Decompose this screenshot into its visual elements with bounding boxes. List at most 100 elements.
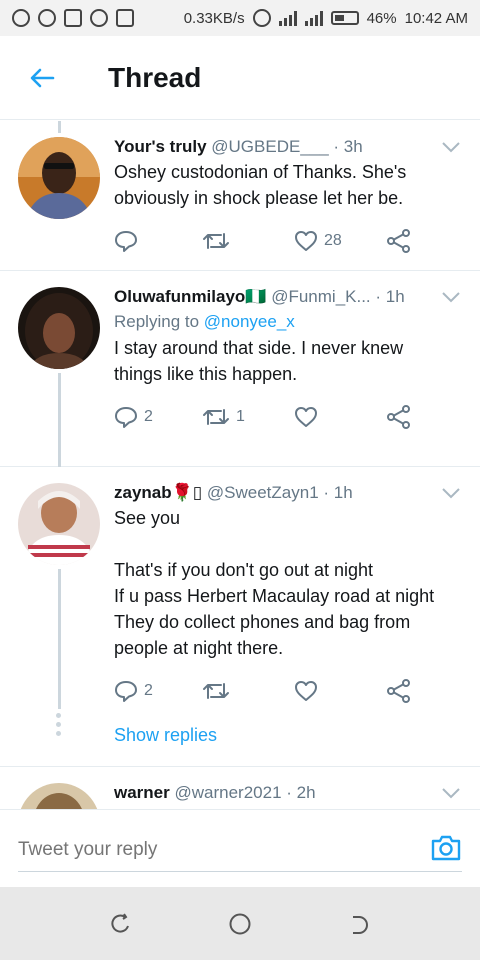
back-arrow-icon	[30, 68, 55, 87]
system-nav-bar	[0, 887, 480, 960]
like-button[interactable]	[294, 680, 386, 702]
tweet-actions: 2 1	[114, 387, 464, 447]
reply-input[interactable]	[18, 828, 462, 872]
chevron-down-icon[interactable]	[442, 291, 460, 303]
notification-icons	[12, 9, 134, 27]
back-nav-icon	[353, 915, 368, 934]
tweet-item[interactable]: zaynab🌹▯ @SweetZayn1 · 1h See you That's…	[0, 467, 480, 767]
user-handle[interactable]: @warner2021	[174, 783, 281, 802]
share-button[interactable]	[386, 229, 412, 253]
share-icon	[387, 679, 410, 703]
tweet-text: I stay around that side. I never knew th…	[114, 338, 404, 384]
network-speed: 0.33KB/s	[183, 9, 245, 27]
tweet-time: · 1h	[323, 483, 353, 502]
reply-icon	[115, 407, 137, 428]
more-replies-dots	[56, 713, 62, 740]
tweet-actions: 28	[114, 211, 464, 271]
like-count: 28	[324, 232, 342, 249]
gallery-icon	[64, 9, 82, 27]
retweet-button[interactable]	[202, 680, 294, 702]
tweet-text: See you That's if you don't go out at ni…	[114, 508, 435, 658]
heart-icon	[295, 407, 317, 427]
reply-count: 2	[144, 408, 153, 425]
back-button[interactable]	[0, 36, 84, 120]
display-name[interactable]: Your's truly	[114, 137, 207, 156]
reply-composer	[0, 809, 480, 887]
whatsapp-icon	[12, 9, 30, 27]
display-name[interactable]: warner	[114, 783, 170, 802]
tweet-text: Oshey custodonian of Thanks. She's obvio…	[114, 162, 407, 208]
replying-label: Replying to	[114, 312, 200, 331]
reply-button[interactable]	[114, 230, 202, 252]
page-title: Thread	[108, 61, 202, 93]
reply-icon	[115, 681, 137, 702]
clock: 10:42 AM	[404, 9, 468, 27]
retweet-button[interactable]	[202, 230, 294, 252]
reply-button[interactable]: 2	[114, 406, 202, 428]
tweet-actions: 2	[114, 661, 464, 721]
tweet-time: · 2h	[286, 783, 316, 802]
recent-apps-icon	[111, 912, 129, 932]
like-button[interactable]	[294, 406, 386, 428]
tweet-header: Oluwafunmilayo🇳🇬 @Funmi_K... · 1h	[114, 285, 464, 309]
retweet-icon	[203, 409, 229, 425]
status-bar: 0.33KB/s 46% 10:42 AM	[0, 0, 480, 36]
retweet-button[interactable]: 1	[202, 406, 294, 428]
display-name[interactable]: zaynab🌹▯	[114, 483, 202, 502]
hotspot-icon	[252, 9, 271, 27]
tweet-item[interactable]: warner @warner2021 · 2h	[0, 767, 480, 809]
like-button[interactable]: 28	[294, 230, 386, 252]
camera-icon	[431, 835, 461, 861]
activity-icon	[116, 9, 134, 27]
chevron-down-icon[interactable]	[442, 787, 460, 799]
tweet-header: Your's truly @UGBEDE___ · 3h	[114, 135, 464, 159]
tweet-time: · 3h	[333, 137, 363, 156]
user-handle[interactable]: @SweetZayn1	[207, 483, 319, 502]
camera-button[interactable]	[430, 834, 462, 867]
record-icon	[90, 9, 108, 27]
recent-apps-button[interactable]	[105, 909, 135, 939]
tweet-header: zaynab🌹▯ @SweetZayn1 · 1h	[114, 481, 464, 505]
reply-count: 2	[144, 682, 153, 699]
tweet-item[interactable]: Your's truly @UGBEDE___ · 3h Oshey custo…	[0, 121, 480, 271]
avatar[interactable]	[18, 137, 100, 219]
share-button[interactable]	[386, 679, 412, 703]
reply-icon	[115, 231, 137, 252]
avatar[interactable]	[18, 483, 100, 565]
shield-icon	[38, 9, 56, 27]
home-icon	[229, 913, 251, 934]
chevron-down-icon[interactable]	[442, 487, 460, 499]
reply-button[interactable]: 2	[114, 680, 202, 702]
retweet-icon	[203, 233, 229, 249]
home-button[interactable]	[225, 909, 255, 939]
chevron-down-icon[interactable]	[442, 141, 460, 153]
thread-line	[58, 569, 61, 709]
show-replies-link[interactable]: Show replies	[114, 721, 464, 764]
signal-icon	[278, 10, 297, 26]
heart-icon	[295, 231, 317, 251]
thread-header: Thread	[0, 36, 480, 120]
mention-link[interactable]: @nonyee_x	[204, 312, 295, 331]
battery-icon	[330, 11, 359, 25]
replying-to: Replying to @nonyee_x	[114, 309, 464, 335]
retweet-icon	[203, 683, 229, 699]
share-icon	[387, 405, 410, 429]
tweet-time: · 1h	[375, 287, 405, 306]
thread-line	[58, 373, 61, 467]
heart-icon	[295, 681, 317, 701]
tweet-item[interactable]: Oluwafunmilayo🇳🇬 @Funmi_K... · 1h Replyi…	[0, 271, 480, 467]
thread-feed[interactable]: Your's truly @UGBEDE___ · 3h Oshey custo…	[0, 121, 480, 809]
battery-percent: 46%	[366, 9, 397, 27]
user-handle[interactable]: @UGBEDE___	[211, 137, 328, 156]
thread-line	[58, 121, 61, 133]
avatar[interactable]	[18, 783, 100, 809]
avatar[interactable]	[18, 287, 100, 369]
back-nav-button[interactable]	[345, 909, 375, 939]
share-icon	[387, 229, 410, 253]
signal-2-icon	[304, 10, 323, 26]
tweet-header: warner @warner2021 · 2h	[114, 781, 464, 805]
user-handle[interactable]: @Funmi_K...	[271, 287, 370, 306]
retweet-count: 1	[236, 408, 245, 425]
display-name[interactable]: Oluwafunmilayo🇳🇬	[114, 287, 266, 306]
share-button[interactable]	[386, 405, 412, 429]
